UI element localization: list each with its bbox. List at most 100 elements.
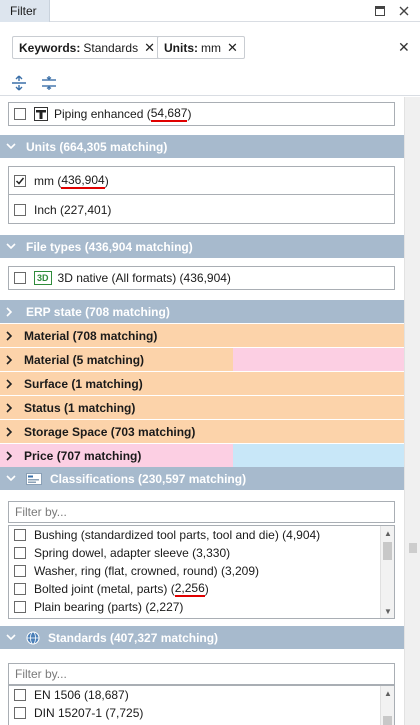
piping-icon bbox=[34, 107, 48, 121]
chevron-down-icon bbox=[6, 475, 18, 482]
list-item[interactable]: Spring dowel, adapter sleeve (3,330) bbox=[9, 544, 394, 562]
remove-chip-icon[interactable]: ✕ bbox=[227, 40, 238, 56]
section-header-erp-state[interactable]: ERP state (708 matching) bbox=[0, 300, 404, 323]
checkbox[interactable] bbox=[14, 689, 26, 701]
section-header-classifications[interactable]: Classifications (230,597 matching) bbox=[0, 467, 404, 490]
3d-badge-icon: 3D bbox=[34, 271, 52, 285]
section-header-units[interactable]: Units (664,305 matching) bbox=[0, 135, 404, 158]
section-title: Classifications (230,597 matching) bbox=[50, 471, 247, 486]
restore-icon bbox=[375, 6, 385, 16]
list-item[interactable]: Inch (227,401) bbox=[9, 196, 394, 224]
erp-row-material-708[interactable]: Material (708 matching) bbox=[0, 323, 404, 347]
item-label: Bushing (standardized tool parts, tool a… bbox=[34, 528, 321, 542]
list-item[interactable]: DIN 15207-1 (7,725) bbox=[9, 704, 394, 722]
chevron-right-icon bbox=[6, 354, 16, 365]
checkbox[interactable] bbox=[14, 108, 26, 120]
erp-row-surface[interactable]: Surface (1 matching) bbox=[0, 371, 404, 395]
list-item[interactable]: Bolted joint (metal, parts) (2,256) bbox=[9, 580, 394, 598]
list-item[interactable]: Piping enhanced (54,687) bbox=[9, 103, 394, 125]
standards-filter-input[interactable]: Filter by... bbox=[8, 663, 395, 685]
erp-row-status[interactable]: Status (1 matching) bbox=[0, 395, 404, 419]
checkbox[interactable] bbox=[14, 529, 26, 541]
section-title: File types (436,904 matching) bbox=[26, 239, 193, 254]
title-bar: Filter bbox=[0, 0, 420, 22]
checkbox[interactable] bbox=[14, 601, 26, 613]
section-title: Units (664,305 matching) bbox=[26, 139, 168, 154]
checkbox-checked[interactable] bbox=[14, 174, 26, 187]
scroll-thumb[interactable] bbox=[409, 543, 417, 553]
erp-row-label: Surface (1 matching) bbox=[24, 376, 143, 391]
chevron-down-icon bbox=[6, 143, 18, 150]
checkbox[interactable] bbox=[14, 565, 26, 577]
erp-row-material-5[interactable]: Material (5 matching) bbox=[0, 347, 404, 371]
list-item[interactable]: EN 1506 (18,687) bbox=[9, 686, 394, 704]
units-list: mm (436,904) Inch (227,401) bbox=[8, 166, 395, 224]
list-item[interactable]: Plain bearing (parts) (2,227) bbox=[9, 598, 394, 616]
status-color-segment bbox=[233, 444, 404, 467]
filter-chip-units[interactable]: Units: mm ✕ bbox=[157, 36, 245, 59]
classifications-filter-input[interactable]: Filter by... bbox=[8, 501, 395, 523]
chevron-right-icon bbox=[6, 426, 16, 437]
erp-row-label: Storage Space (703 matching) bbox=[24, 424, 196, 439]
item-suffix: ) bbox=[104, 173, 109, 188]
filter-chip-keywords[interactable]: Keywords: Standards ✕ bbox=[12, 36, 162, 59]
close-icon bbox=[399, 6, 409, 16]
chip-label: Units: bbox=[164, 40, 198, 55]
classification-icon bbox=[26, 472, 42, 485]
erp-row-label: Price (707 matching) bbox=[24, 448, 142, 463]
globe-icon bbox=[26, 631, 40, 644]
erp-row-label: Status (1 matching) bbox=[24, 400, 136, 415]
checkbox[interactable] bbox=[14, 272, 26, 284]
piping-list: Piping enhanced (54,687) bbox=[8, 102, 395, 126]
scroll-up-icon[interactable]: ▲ bbox=[383, 689, 393, 698]
list-item[interactable]: Bushing (standardized tool parts, tool a… bbox=[9, 526, 394, 544]
item-count-highlighted: 2,256 bbox=[174, 581, 205, 597]
item-label: mm ( bbox=[34, 173, 62, 188]
item-label: Bolted joint (metal, parts) ( bbox=[34, 582, 175, 596]
standards-scrollbar[interactable]: ▲ bbox=[380, 686, 394, 725]
chevron-right-icon bbox=[6, 306, 18, 317]
checkbox[interactable] bbox=[14, 583, 26, 595]
item-label: 3D native (All formats) (436,904) bbox=[57, 271, 231, 285]
scroll-thumb[interactable] bbox=[383, 716, 392, 725]
item-count-highlighted: 54,687 bbox=[150, 106, 188, 122]
active-filters-bar: Keywords: Standards ✕ Units: mm ✕ ✕ bbox=[0, 22, 420, 70]
remove-chip-icon[interactable]: ✕ bbox=[144, 40, 155, 56]
checkmark-icon bbox=[15, 177, 25, 185]
restore-button[interactable] bbox=[372, 3, 388, 19]
window-title: Filter bbox=[0, 0, 50, 22]
checkbox[interactable] bbox=[14, 707, 26, 719]
chip-value: Standards bbox=[83, 40, 139, 55]
section-title: Standards (407,327 matching) bbox=[48, 630, 219, 645]
classifications-scrollbar[interactable]: ▲ ▼ bbox=[380, 526, 394, 618]
expand-all-icon[interactable] bbox=[11, 75, 27, 91]
list-item[interactable]: Washer, ring (flat, crowned, round) (3,2… bbox=[9, 562, 394, 580]
item-suffix: ) bbox=[187, 107, 192, 121]
section-header-file-types[interactable]: File types (436,904 matching) bbox=[0, 235, 404, 258]
clear-all-filters-icon[interactable]: ✕ bbox=[398, 39, 410, 56]
chevron-right-icon bbox=[6, 402, 16, 413]
scroll-down-icon[interactable]: ▼ bbox=[383, 607, 393, 616]
chevron-right-icon bbox=[6, 450, 16, 461]
section-header-standards[interactable]: Standards (407,327 matching) bbox=[0, 626, 404, 649]
scroll-up-icon[interactable]: ▲ bbox=[383, 529, 393, 538]
chevron-right-icon bbox=[6, 330, 16, 341]
chip-value: mm bbox=[201, 40, 221, 55]
list-item[interactable]: 3D 3D native (All formats) (436,904) bbox=[9, 267, 394, 289]
checkbox[interactable] bbox=[14, 547, 26, 559]
erp-row-storage-space[interactable]: Storage Space (703 matching) bbox=[0, 419, 404, 443]
standards-list: EN 1506 (18,687) DIN 15207-1 (7,725) ▲ bbox=[8, 685, 395, 725]
close-panel-button[interactable] bbox=[396, 3, 412, 19]
filter-list-area: Piping enhanced (54,687) Units (664,305 … bbox=[0, 97, 404, 725]
erp-row-price[interactable]: Price (707 matching) bbox=[0, 443, 404, 467]
chevron-right-icon bbox=[6, 378, 16, 389]
item-count-highlighted: 436,904 bbox=[61, 172, 105, 189]
collapse-all-icon[interactable] bbox=[41, 75, 57, 91]
scroll-thumb[interactable] bbox=[383, 542, 392, 560]
item-label: EN 1506 (18,687) bbox=[34, 688, 129, 702]
list-item[interactable]: mm (436,904) bbox=[9, 167, 394, 195]
checkbox[interactable] bbox=[14, 204, 26, 216]
item-suffix: ) bbox=[204, 582, 209, 596]
panel-scrollbar[interactable] bbox=[404, 97, 420, 725]
item-label: Inch (227,401) bbox=[34, 203, 112, 217]
